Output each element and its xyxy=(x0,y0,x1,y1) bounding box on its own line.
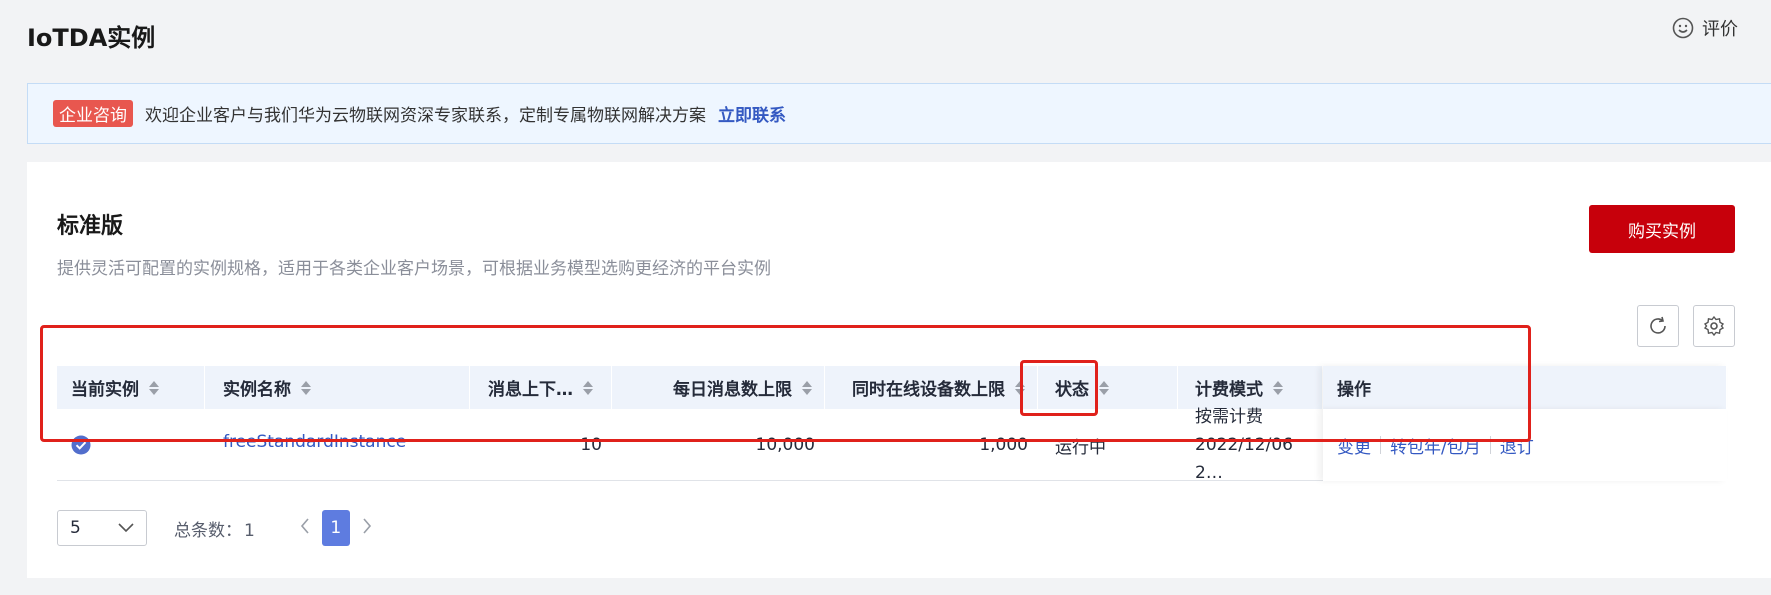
section-description: 提供灵活可配置的实例规格，适用于各类企业客户场景，可根据业务模型选购更经济的平台… xyxy=(57,259,771,279)
status-cell: 运行中 xyxy=(1038,409,1178,481)
col-current[interactable]: 当前实例 xyxy=(57,366,205,409)
instance-card: 标准版 提供灵活可配置的实例规格，适用于各类企业客户场景，可根据业务模型选购更经… xyxy=(27,162,1771,578)
feedback-button[interactable]: 评价 xyxy=(1672,15,1738,41)
section-title: 标准版 xyxy=(57,214,124,239)
feedback-label: 评价 xyxy=(1702,19,1738,40)
settings-button[interactable] xyxy=(1693,305,1735,347)
sort-icon xyxy=(301,380,311,395)
instance-name-link[interactable]: freeStandardInstance xyxy=(223,432,406,452)
col-name[interactable]: 实例名称 xyxy=(205,366,470,409)
change-link[interactable]: 变更 xyxy=(1337,433,1371,458)
page-size-select[interactable]: 5 xyxy=(57,510,147,546)
check-circle-icon xyxy=(71,435,91,455)
refresh-button[interactable] xyxy=(1637,305,1679,347)
col-msg-tps[interactable]: 消息上下… xyxy=(470,366,612,409)
msg-tps-cell: 10 xyxy=(580,435,602,455)
next-page-button[interactable] xyxy=(362,517,372,539)
convert-yearly-monthly-link[interactable]: 转包年/包月 xyxy=(1390,433,1481,458)
refresh-icon xyxy=(1650,316,1666,334)
banner-tag: 企业咨询 xyxy=(53,100,133,127)
page-button-1[interactable]: 1 xyxy=(321,510,350,546)
billing-time: 2022/12/06 2… xyxy=(1195,435,1293,483)
current-instance-cell[interactable] xyxy=(57,409,205,481)
actions-cell: 变更 转包年/包月 退订 xyxy=(1323,409,1727,481)
online-limit-cell: 1,000 xyxy=(979,435,1028,455)
unsubscribe-link[interactable]: 退订 xyxy=(1500,433,1534,458)
instance-name-cell: freeStandardInstance xyxy=(205,409,470,481)
table-header: 当前实例 实例名称 消息上下… 每日消息数上限 同时在线设备数上限 状态 计费模… xyxy=(57,366,1727,409)
table-row: freeStandardInstance 10 10,000 1,000 运行中… xyxy=(57,407,1727,483)
sort-icon xyxy=(583,380,593,395)
sort-icon xyxy=(1099,380,1109,395)
prev-page-button[interactable] xyxy=(300,517,310,539)
chevron-left-icon xyxy=(300,517,309,534)
daily-limit-cell: 10,000 xyxy=(755,435,815,455)
sort-icon xyxy=(1015,380,1025,395)
pagination: 5 总条数： 1 1 xyxy=(57,510,384,546)
smile-icon xyxy=(1672,17,1694,39)
divider xyxy=(1380,436,1381,454)
chevron-down-icon xyxy=(118,523,134,533)
col-actions: 操作 xyxy=(1323,366,1727,409)
sort-icon xyxy=(802,380,812,395)
gear-icon xyxy=(1703,315,1725,337)
page-title: IoTDA实例 xyxy=(27,24,156,52)
col-daily-limit[interactable]: 每日消息数上限 xyxy=(612,366,825,409)
contact-now-link[interactable]: 立即联系 xyxy=(718,101,786,126)
chevron-right-icon xyxy=(363,517,371,534)
banner-text: 欢迎企业客户与我们华为云物联网资深专家联系，定制专属物联网解决方案 xyxy=(145,106,706,126)
divider xyxy=(1489,436,1491,454)
col-online-limit[interactable]: 同时在线设备数上限 xyxy=(825,366,1038,409)
billing-cell: 按需计费 2022/12/06 2… xyxy=(1178,407,1323,483)
sort-icon xyxy=(1273,380,1283,395)
total-count: 总条数： 1 xyxy=(174,520,255,541)
instance-table: 当前实例 实例名称 消息上下… 每日消息数上限 同时在线设备数上限 状态 计费模… xyxy=(57,366,1727,483)
consult-banner: 企业咨询 欢迎企业客户与我们华为云物联网资深专家联系，定制专属物联网解决方案 立… xyxy=(27,83,1771,144)
col-status[interactable]: 状态 xyxy=(1038,366,1178,409)
buy-instance-button[interactable]: 购买实例 xyxy=(1589,205,1735,253)
billing-mode: 按需计费 xyxy=(1195,407,1263,427)
status-text: 运行中 xyxy=(1055,437,1106,458)
sort-icon xyxy=(149,380,159,395)
